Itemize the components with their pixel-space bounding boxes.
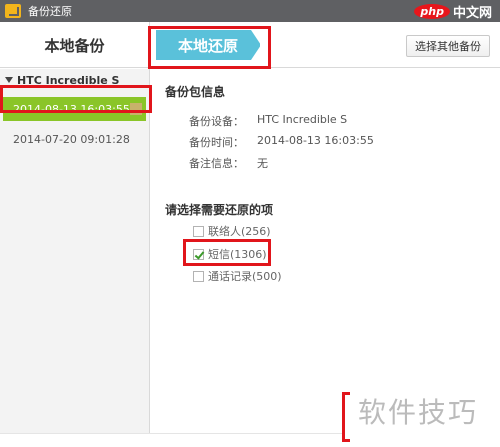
highlight-box-tab	[148, 26, 271, 69]
php-logo-badge: php	[414, 3, 450, 19]
option-label: 通话记录(500)	[208, 270, 282, 283]
restore-options-title: 请选择需要还原的项	[165, 203, 274, 217]
backup-item-label: 2014-07-20 09:01:28	[13, 132, 130, 146]
info-value: 2014-08-13 16:03:55	[257, 134, 374, 147]
backup-item[interactable]: 2014-07-20 09:01:28	[0, 127, 149, 151]
checkbox-call-log[interactable]	[193, 270, 204, 282]
checkbox-contacts[interactable]	[193, 225, 204, 237]
backup-info-title: 备份包信息	[165, 85, 226, 99]
app-icon	[5, 4, 21, 18]
option-call-log[interactable]: 通话记录(500)	[193, 268, 282, 284]
bottom-bar	[0, 433, 342, 447]
option-contacts[interactable]: 联络人(256)	[193, 223, 271, 239]
title-bar: 备份还原 php 中文网	[0, 0, 500, 22]
option-label: 联络人(256)	[208, 225, 271, 238]
watermark-bracket	[342, 392, 350, 442]
info-row-note: 备注信息： 无	[189, 155, 268, 171]
watermark-text: 软件技巧	[358, 396, 479, 429]
info-row-device: 备份设备： HTC Incredible S	[189, 113, 347, 129]
local-backup-title[interactable]: 本地备份	[0, 22, 150, 68]
window-title: 备份还原	[28, 5, 72, 18]
watermark: 软件技巧	[342, 384, 500, 447]
info-label: 备份时间：	[189, 136, 244, 149]
info-value: HTC Incredible S	[257, 113, 348, 126]
info-label: 备注信息：	[189, 157, 244, 170]
highlight-box-selected-backup	[0, 85, 152, 113]
select-other-backup-button[interactable]: 选择其他备份	[406, 35, 490, 57]
collapse-triangle-icon[interactable]	[5, 77, 13, 83]
php-logo-text: 中文网	[452, 5, 492, 21]
info-row-time: 备份时间： 2014-08-13 16:03:55	[189, 134, 374, 150]
backup-list-sidebar: HTC Incredible S 2014-08-13 16:03:55 201…	[0, 69, 150, 434]
info-label: 备份设备：	[189, 115, 244, 128]
info-value: 无	[257, 157, 268, 170]
highlight-box-sms	[183, 239, 271, 266]
php-cn-logo: php 中文网	[414, 0, 492, 22]
